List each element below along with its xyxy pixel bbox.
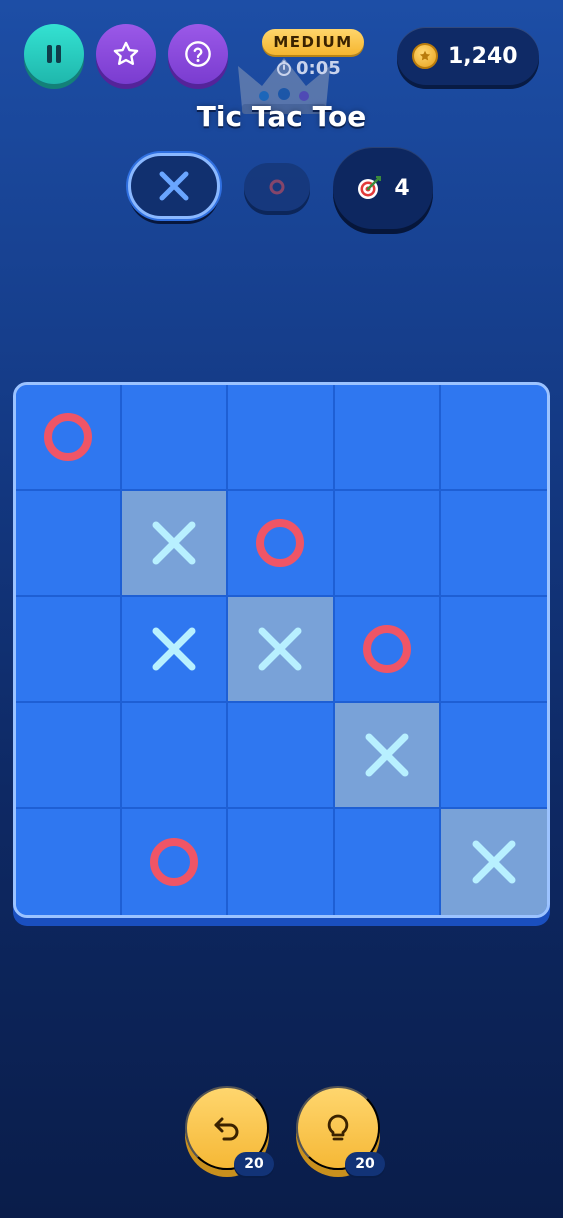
moves-count: 4	[394, 175, 410, 201]
favorite-button[interactable]	[96, 24, 156, 84]
board-cell-r1-c3[interactable]	[228, 385, 335, 491]
x-mark-icon	[258, 627, 302, 671]
x-mark-icon	[152, 627, 196, 671]
stopwatch-icon	[277, 60, 291, 76]
coin-balance[interactable]: 1,240	[397, 27, 539, 85]
moves-remaining: 4	[333, 147, 433, 229]
board-cell-r3-c3[interactable]	[228, 597, 335, 703]
board-cell-r2-c5[interactable]	[440, 491, 547, 597]
x-mark-icon	[152, 521, 196, 565]
board-cell-r3-c2[interactable]	[122, 597, 229, 703]
board-cell-r4-c1[interactable]	[16, 703, 123, 809]
board-cell-r4-c3[interactable]	[228, 703, 335, 809]
board-cell-r1-c4[interactable]	[334, 385, 441, 491]
coin-icon	[412, 43, 438, 69]
lightbulb-icon	[327, 1114, 349, 1141]
coin-amount: 1,240	[448, 43, 518, 69]
board-cell-r5-c2[interactable]	[122, 809, 229, 915]
board-cell-r1-c1[interactable]	[16, 385, 123, 491]
board-cell-r5-c1[interactable]	[16, 809, 123, 915]
difficulty-badge: MEDIUM	[262, 29, 364, 55]
board-cell-r2-c4[interactable]	[334, 491, 441, 597]
o-mark-icon	[150, 838, 199, 886]
board-cell-r5-c4[interactable]	[334, 809, 441, 915]
board-cell-r3-c1[interactable]	[16, 597, 123, 703]
board-cell-r3-c4[interactable]	[334, 597, 441, 703]
board-cell-r4-c2[interactable]	[122, 703, 229, 809]
target-icon	[358, 176, 382, 199]
x-mark-icon	[159, 171, 189, 201]
board-cell-r2-c2[interactable]	[122, 491, 229, 597]
hint-count-badge: 20	[345, 1152, 385, 1176]
undo-count-badge: 20	[234, 1152, 274, 1176]
board-cell-r3-c5[interactable]	[440, 597, 547, 703]
o-mark-icon	[256, 519, 305, 567]
undo-icon	[214, 1117, 239, 1141]
x-mark-icon	[472, 840, 516, 884]
board-cell-r2-c1[interactable]	[16, 491, 123, 597]
pause-button[interactable]	[24, 24, 84, 84]
board-cell-r4-c4[interactable]	[334, 703, 441, 809]
turn-indicator-x	[128, 153, 220, 219]
game-board	[13, 382, 550, 918]
board-cell-r2-c3[interactable]	[228, 491, 335, 597]
turn-indicator-o	[244, 163, 310, 211]
question-icon	[185, 41, 211, 67]
page-title: Tic Tac Toe	[196, 100, 367, 133]
board-cell-r5-c3[interactable]	[228, 809, 335, 915]
x-mark-icon	[365, 733, 409, 777]
pause-icon	[47, 45, 61, 63]
board-cell-r4-c5[interactable]	[440, 703, 547, 809]
board-grid	[16, 385, 547, 915]
o-mark-icon	[269, 179, 285, 195]
board-cell-r1-c2[interactable]	[122, 385, 229, 491]
o-mark-icon	[44, 413, 93, 461]
timer-value: 0:05	[296, 57, 341, 79]
o-mark-icon	[362, 625, 411, 673]
board-cell-r1-c5[interactable]	[440, 385, 547, 491]
help-button[interactable]	[168, 24, 228, 84]
star-icon	[113, 41, 139, 65]
timer: 0:05	[276, 57, 356, 79]
board-cell-r5-c5[interactable]	[440, 809, 547, 915]
